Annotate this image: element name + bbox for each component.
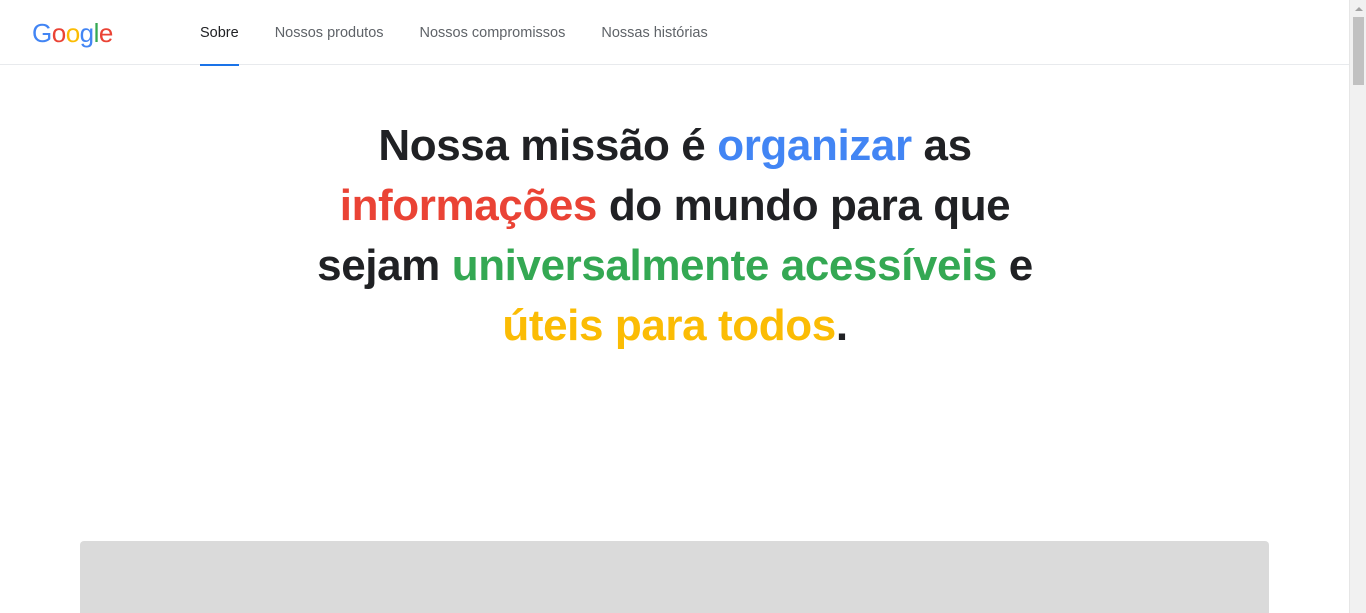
mission-highlight-accessible: universalmente acessíveis <box>451 241 998 290</box>
google-logo[interactable]: Google <box>32 18 113 48</box>
logo-letter: o <box>65 18 80 48</box>
scroll-up-arrow-icon[interactable] <box>1350 0 1366 17</box>
mission-statement: Nossa missão é organizar as informações d… <box>300 116 1050 356</box>
main-nav: Sobre Nossos produtos Nossos compromisso… <box>200 0 744 66</box>
mission-text: do mundo para que <box>597 181 1011 230</box>
mission-text: . <box>835 301 848 350</box>
logo-letter: o <box>51 18 66 48</box>
media-placeholder <box>80 541 1269 613</box>
logo-letter: e <box>98 18 113 48</box>
mission-text: as <box>911 121 972 170</box>
nav-item-sobre[interactable]: Sobre <box>200 0 239 66</box>
logo-letter: g <box>79 18 94 48</box>
mission-highlight-useful: úteis para todos <box>502 301 836 350</box>
mission-highlight-information: informações <box>339 181 598 230</box>
mission-text: sejam <box>317 241 452 290</box>
mission-text: e <box>996 241 1033 290</box>
nav-item-nossos-compromissos[interactable]: Nossos compromissos <box>420 0 566 65</box>
page-scrollbar[interactable] <box>1349 0 1366 613</box>
mission-text: Nossa missão é <box>378 121 718 170</box>
logo-letter: G <box>32 18 52 48</box>
mission-highlight-organize: organizar <box>717 121 912 170</box>
nav-item-nossos-produtos[interactable]: Nossos produtos <box>275 0 384 65</box>
nav-item-nossas-historias[interactable]: Nossas histórias <box>601 0 707 65</box>
scroll-thumb[interactable] <box>1353 17 1364 85</box>
site-header: Google Sobre Nossos produtos Nossos comp… <box>0 0 1349 66</box>
